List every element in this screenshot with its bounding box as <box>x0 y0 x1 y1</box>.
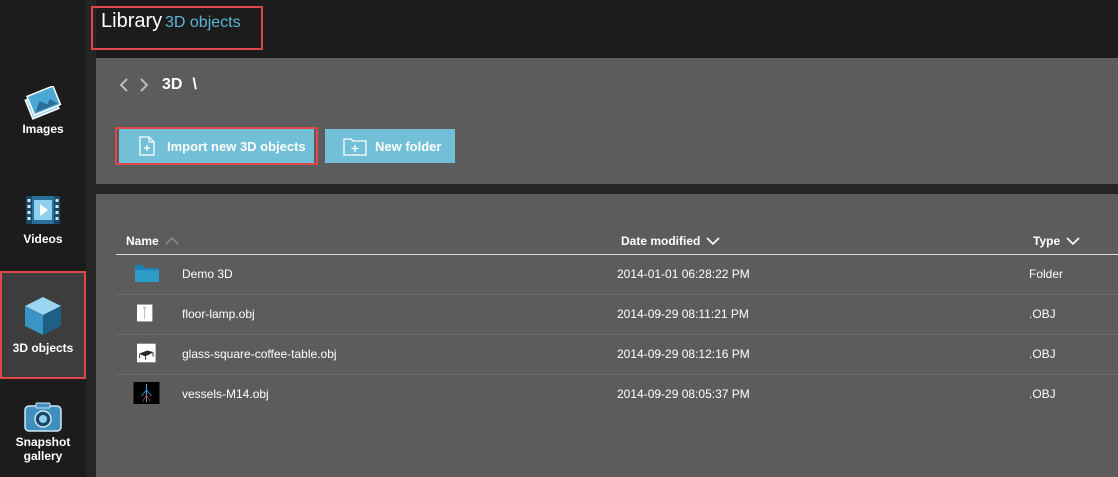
new-file-icon <box>139 136 155 156</box>
page-subtitle: 3D objects <box>165 14 241 31</box>
film-icon <box>26 196 60 224</box>
breadcrumb-separator: \ <box>192 76 197 93</box>
file-type: Folder <box>1029 267 1064 281</box>
chevron-down-icon <box>706 237 720 246</box>
sidebar-item-snapshot-gallery[interactable]: Snapshot gallery <box>0 402 86 466</box>
column-header-label: Date modified <box>621 234 701 248</box>
column-header-type[interactable]: Type <box>1033 234 1080 248</box>
new-folder-icon <box>343 136 367 156</box>
table-row[interactable]: glass-square-coffee-table.obj 2014-09-29… <box>116 335 1118 375</box>
folder-icon <box>135 265 159 282</box>
file-name: glass-square-coffee-table.obj <box>182 347 337 361</box>
back-button[interactable] <box>118 74 130 96</box>
cube-icon <box>25 297 61 335</box>
table-row[interactable]: Demo 3D 2014-01-01 06:28:22 PM Folder <box>116 255 1118 295</box>
sidebar-item-images[interactable]: Images <box>0 86 86 148</box>
column-header-name[interactable]: Name <box>126 234 179 248</box>
sidebar-divider <box>86 0 96 477</box>
file-date: 2014-01-01 06:28:22 PM <box>617 267 750 281</box>
chevron-left-icon <box>119 78 128 92</box>
sidebar-item-videos[interactable]: Videos <box>0 194 86 250</box>
file-name: Demo 3D <box>182 267 233 281</box>
file-date: 2014-09-29 08:05:37 PM <box>617 387 750 401</box>
file-type: .OBJ <box>1029 307 1056 321</box>
file-name: floor-lamp.obj <box>182 307 255 321</box>
file-name: vessels-M14.obj <box>182 387 269 401</box>
sort-ascending-icon <box>165 236 179 245</box>
sidebar-item-3d-objects[interactable]: 3D objects <box>0 271 86 379</box>
sidebar-item-label: Snapshot <box>15 435 71 449</box>
import-3d-objects-button[interactable]: Import new 3D objects <box>119 129 314 163</box>
file-date: 2014-09-29 08:11:21 PM <box>617 307 749 321</box>
chevron-down-icon <box>1066 237 1080 246</box>
file-type: .OBJ <box>1029 387 1056 401</box>
forward-button[interactable] <box>138 74 150 96</box>
section-divider <box>96 184 1118 194</box>
floor-lamp-thumbnail <box>137 304 153 322</box>
file-date: 2014-09-29 08:12:16 PM <box>617 347 750 361</box>
sidebar-item-label: gallery <box>23 449 63 463</box>
page-title: Library <box>101 10 163 32</box>
column-header-label: Name <box>126 234 159 248</box>
new-folder-button[interactable]: New folder <box>325 129 455 163</box>
file-type: .OBJ <box>1029 347 1056 361</box>
sidebar-item-label: 3D objects <box>12 341 74 355</box>
chevron-right-icon <box>140 78 149 92</box>
table-row[interactable]: floor-lamp.obj 2014-09-29 08:11:21 PM .O… <box>116 295 1118 335</box>
sidebar-item-label: Videos <box>23 232 63 246</box>
column-header-label: Type <box>1033 234 1061 248</box>
header: Library 3D objects <box>91 0 1118 58</box>
table-header: Name Date modified Type <box>116 232 1118 255</box>
sidebar: Images Videos 3D objects Snapshot galler… <box>0 0 86 477</box>
coffee-table-thumbnail <box>137 343 156 363</box>
import-button-label: Import new 3D objects <box>167 138 306 154</box>
column-header-date[interactable]: Date modified <box>621 234 720 248</box>
new-folder-button-label: New folder <box>375 138 442 154</box>
file-list: Name Date modified Type Demo 3D 2014-01-… <box>96 194 1118 477</box>
images-icon <box>24 86 62 120</box>
toolbar: 3D \ Import new 3D objects New folder <box>96 58 1118 184</box>
table-row[interactable]: vessels-M14.obj 2014-09-29 08:05:37 PM .… <box>116 375 1118 414</box>
vessels-thumbnail <box>133 382 160 404</box>
breadcrumb: 3D \ <box>118 74 197 96</box>
camera-icon <box>24 402 62 432</box>
sidebar-item-label: Images <box>22 122 64 136</box>
breadcrumb-current[interactable]: 3D <box>162 76 182 94</box>
